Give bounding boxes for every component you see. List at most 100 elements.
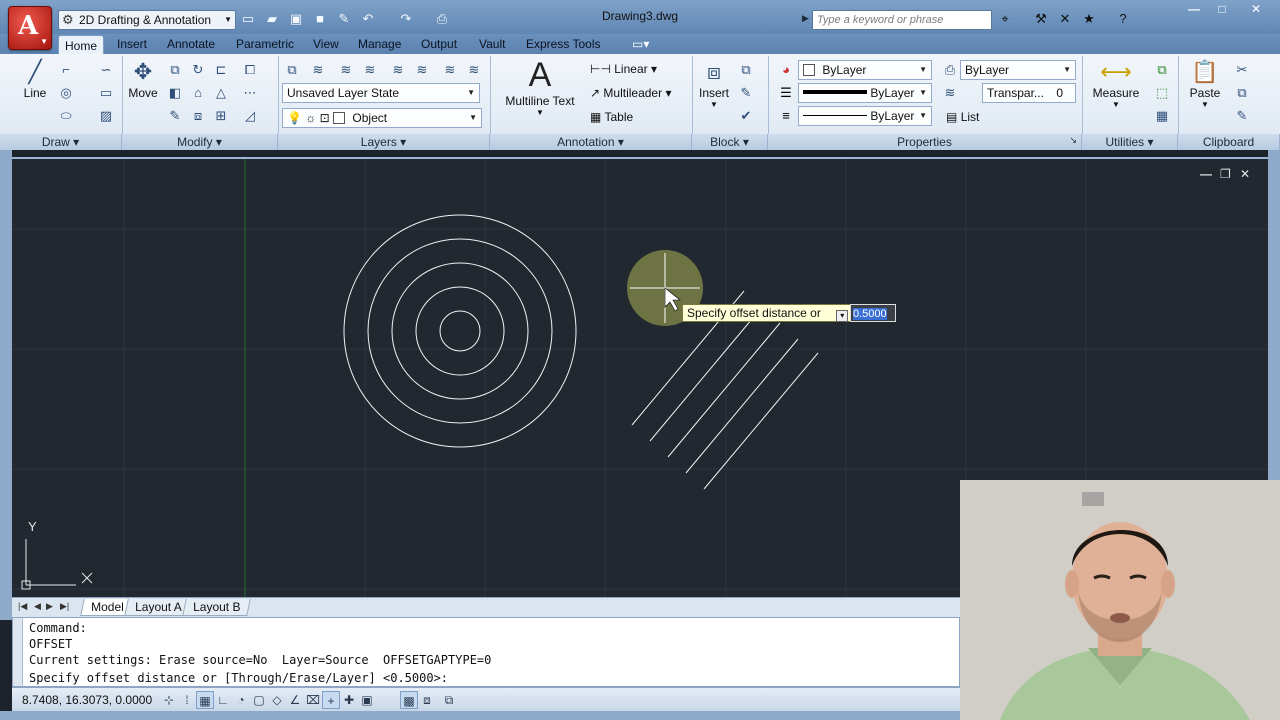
hatch-icon[interactable]: ▨: [96, 106, 116, 126]
ortho-icon[interactable]: ∟: [214, 691, 232, 709]
linear-dimension-button[interactable]: ⊢⊣ Linear ▾: [590, 62, 657, 76]
array-icon[interactable]: ⊞: [211, 106, 231, 126]
rotate-icon[interactable]: ↻: [188, 60, 208, 80]
ribbon-options-icon[interactable]: ▭▾: [626, 34, 655, 54]
tab-parametric[interactable]: Parametric: [230, 34, 300, 54]
concentric-circles[interactable]: [343, 214, 577, 448]
fillet-icon[interactable]: ⌂: [188, 83, 208, 103]
layer-freeze-icon[interactable]: ≋: [412, 60, 432, 80]
layer-dropdown[interactable]: 💡 ☼ ⊡ Object ▼: [282, 108, 482, 128]
binoculars-icon[interactable]: ⌖: [996, 11, 1014, 29]
lineweight-icon[interactable]: ☰: [776, 83, 796, 103]
polar-icon[interactable]: ◔: [232, 691, 250, 709]
clipboard-panel-title[interactable]: Clipboard: [1178, 134, 1280, 150]
next-layout-icon[interactable]: ▶: [46, 601, 53, 612]
quick-select-icon[interactable]: ⧉: [1152, 60, 1172, 80]
color-wheel-icon[interactable]: ◕: [776, 60, 796, 80]
close-button[interactable]: ✕: [1238, 2, 1274, 20]
tab-home[interactable]: Home: [58, 35, 105, 55]
circle-icon[interactable]: ◎: [56, 83, 76, 103]
list-button[interactable]: ▤ List: [946, 110, 979, 124]
copy-clip-icon[interactable]: ⧉: [1232, 83, 1252, 103]
explode-icon[interactable]: ⋯: [240, 83, 260, 103]
dynamic-input-field[interactable]: 0.5000: [850, 304, 896, 322]
polyline-icon[interactable]: ⌐: [56, 60, 76, 80]
dynamic-input-icon[interactable]: +: [322, 691, 340, 709]
command-prompt-line[interactable]: Specify offset distance or [Through/Eras…: [29, 671, 448, 685]
ducs-icon[interactable]: ⌧: [304, 691, 322, 709]
tab-view[interactable]: View: [307, 34, 345, 54]
command-line-grip[interactable]: [13, 618, 23, 686]
viewport-restore-icon[interactable]: ❐: [1220, 167, 1231, 181]
lineweight-dropdown[interactable]: ByLayer ▼: [798, 83, 932, 103]
block-panel-title[interactable]: Block ▾: [692, 134, 768, 150]
spline-icon[interactable]: ∽: [96, 60, 116, 80]
print-icon[interactable]: ⎙: [432, 11, 452, 29]
table-button[interactable]: ▦ Table: [590, 110, 633, 124]
chamfer-icon[interactable]: ◿: [240, 106, 260, 126]
plot-style-icon[interactable]: ⎙: [940, 60, 960, 80]
trim-icon[interactable]: ⊏: [211, 60, 231, 80]
modify-panel-title[interactable]: Modify ▾: [122, 134, 278, 150]
select-all-icon[interactable]: ⬚: [1152, 83, 1172, 103]
quick-properties-icon[interactable]: ▩: [400, 691, 418, 709]
last-layout-icon[interactable]: ▶|: [60, 601, 69, 612]
plot-preview-icon[interactable]: ✎: [334, 11, 354, 29]
edit-block-icon[interactable]: ✎: [736, 83, 756, 103]
multileader-button[interactable]: ↗ Multileader ▾: [590, 86, 671, 100]
save-icon[interactable]: ■: [310, 11, 330, 29]
layer-off-icon[interactable]: ≋: [440, 60, 460, 80]
linetype-icon[interactable]: ≡: [776, 106, 796, 126]
mirror-icon[interactable]: ◧: [165, 83, 185, 103]
osnap-icon[interactable]: ▢: [250, 691, 268, 709]
utilities-panel-title[interactable]: Utilities ▾: [1082, 134, 1178, 150]
color-dropdown[interactable]: ByLayer ▼: [798, 60, 932, 80]
layer-previous-icon[interactable]: ≋: [336, 60, 356, 80]
layer-isolate-icon[interactable]: ≋: [360, 60, 380, 80]
create-block-icon[interactable]: ⧉: [736, 60, 756, 80]
command-line-window[interactable]: Command: OFFSET Current settings: Erase …: [12, 617, 960, 687]
linetype-dropdown[interactable]: ByLayer ▼: [798, 106, 932, 126]
open-icon[interactable]: ▰: [262, 11, 282, 29]
lineweight-toggle-icon[interactable]: ✚: [340, 691, 358, 709]
options-dropdown-icon[interactable]: ▾: [836, 310, 849, 322]
layer-match-icon[interactable]: ≋: [308, 60, 328, 80]
annotation-monitor-icon[interactable]: ⧉: [440, 691, 458, 709]
dialog-launcher-icon[interactable]: ↘: [1069, 135, 1077, 146]
layer-state-dropdown[interactable]: Unsaved Layer State ▼: [282, 83, 480, 103]
multiline-text-button[interactable]: A Multiline Text ▼: [500, 56, 580, 117]
measure-button[interactable]: ⟷ Measure ▼: [1090, 58, 1142, 109]
transparency-slider[interactable]: Transpar... 0: [982, 83, 1076, 103]
match-properties-icon[interactable]: ✎: [1232, 106, 1252, 126]
redo-icon[interactable]: ↷: [396, 11, 416, 29]
annotation-panel-title[interactable]: Annotation ▾: [490, 134, 692, 150]
calculator-icon[interactable]: ▦: [1152, 106, 1172, 126]
tab-insert[interactable]: Insert: [111, 34, 153, 54]
line-button[interactable]: ╱ Line: [18, 58, 52, 100]
scale-icon[interactable]: ⧈: [188, 106, 208, 126]
maximize-button[interactable]: □: [1208, 2, 1236, 20]
tools-icon[interactable]: ⚒: [1032, 11, 1050, 29]
stretch-icon[interactable]: △: [211, 83, 231, 103]
3d-osnap-icon[interactable]: ◇: [268, 691, 286, 709]
first-layout-icon[interactable]: |◀: [18, 601, 27, 612]
selection-cycling-icon[interactable]: ⧈: [418, 691, 436, 709]
properties-panel-title[interactable]: Properties ↘: [768, 134, 1082, 150]
copy-icon[interactable]: ⧉: [165, 60, 185, 80]
minimize-button[interactable]: —: [1180, 2, 1208, 20]
viewport-minimize-icon[interactable]: —: [1200, 167, 1212, 181]
viewport-close-icon[interactable]: ✕: [1240, 167, 1250, 181]
insert-block-button[interactable]: ⧈ Insert ▼: [696, 58, 732, 109]
rectangle-icon[interactable]: ▭: [96, 83, 116, 103]
infer-constraints-icon[interactable]: ⊹: [160, 691, 178, 709]
otrack-icon[interactable]: ∠: [286, 691, 304, 709]
undo-icon[interactable]: ↶: [358, 11, 378, 29]
draw-panel-title[interactable]: Draw ▾: [0, 134, 122, 150]
tab-vault[interactable]: Vault: [473, 34, 511, 54]
transparency-toggle-icon[interactable]: ▣: [358, 691, 376, 709]
favorites-icon[interactable]: ★: [1080, 11, 1098, 29]
help-icon[interactable]: ?: [1114, 11, 1132, 29]
snap-icon[interactable]: ⁞: [178, 691, 196, 709]
transparency-icon[interactable]: ≋: [940, 83, 960, 103]
layer-unisolate-icon[interactable]: ≋: [388, 60, 408, 80]
